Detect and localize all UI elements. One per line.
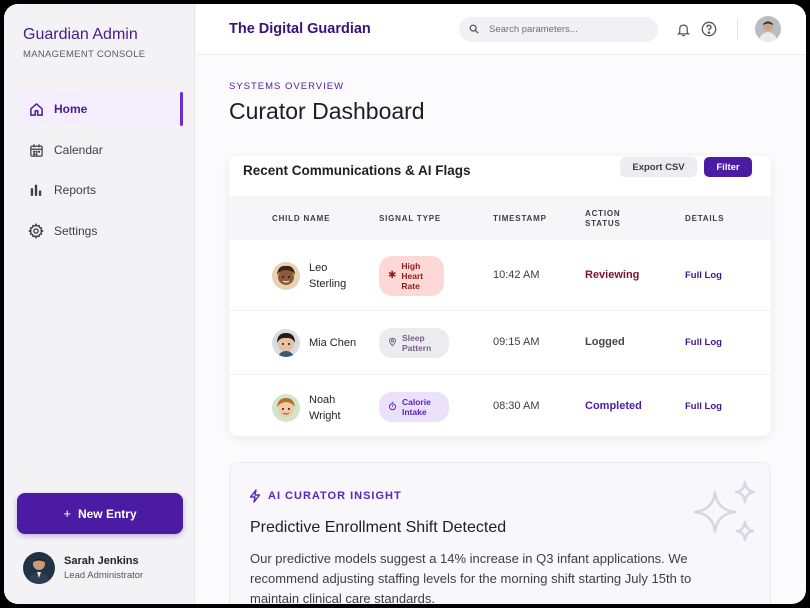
brand-subtitle: MANAGEMENT CONSOLE [23, 49, 146, 60]
avatar[interactable] [755, 16, 781, 42]
timer-icon [388, 401, 397, 414]
sidebar-item-settings[interactable]: Settings [17, 214, 183, 248]
table-row[interactable]: Noah Wright Calorie Intake 08:30 AM Comp… [229, 375, 771, 436]
sidebar-item-home[interactable]: Home [17, 92, 183, 126]
topbar: The Digital Guardian [196, 4, 806, 55]
sparkle-icon [690, 477, 760, 552]
bar-chart-icon [28, 182, 44, 198]
plus-icon: + [63, 506, 71, 521]
sidebar: Guardian Admin MANAGEMENT CONSOLE Home C… [4, 4, 195, 604]
child-name: Noah Wright [309, 394, 341, 422]
sidebar-item-label: Calendar [54, 143, 103, 157]
timestamp: 10:42 AM [493, 269, 540, 281]
insight-title: Predictive Enrollment Shift Detected [250, 519, 507, 536]
asterisk-icon: ✱ [388, 270, 397, 281]
home-icon [28, 101, 44, 117]
table-row[interactable]: Mia Chen Sleep Pattern 09:15 AM Logged F… [229, 311, 771, 375]
signal-cell: Calorie Intake [379, 392, 449, 422]
page-eyebrow: SYSTEMS OVERVIEW [229, 81, 345, 92]
user-role: Lead Administrator [64, 570, 144, 581]
column-header: DETAILS [685, 214, 725, 223]
timestamp: 08:30 AM [493, 400, 540, 412]
avatar [272, 329, 300, 357]
sidebar-item-reports[interactable]: Reports [17, 173, 183, 207]
ai-insight-card: AI CURATOR INSIGHT Predictive Enrollment… [229, 462, 771, 604]
status-label: Reviewing [585, 269, 640, 281]
child-cell: Mia Chen [272, 329, 364, 357]
avatar [272, 394, 300, 422]
signal-label: Calorie Intake [402, 397, 431, 417]
help-icon[interactable] [700, 20, 718, 38]
communications-card: Recent Communications & AI Flags Export … [229, 156, 771, 436]
timestamp: 09:15 AM [493, 336, 540, 348]
search-icon [469, 21, 479, 39]
signal-cell: ✱ High Heart Rate [379, 256, 445, 296]
avatar [272, 262, 300, 290]
full-log-link[interactable]: Full Log [685, 401, 722, 412]
search-input[interactable] [489, 24, 639, 35]
sidebar-item-label: Settings [54, 224, 98, 238]
new-entry-button[interactable]: + New Entry [17, 493, 183, 534]
insight-tag-label: AI CURATOR INSIGHT [268, 490, 402, 502]
gear-icon [28, 223, 44, 239]
sidebar-item-label: Reports [54, 183, 97, 197]
child-name: Mia Chen [309, 337, 357, 349]
insight-body: Our predictive models suggest a 14% incr… [250, 551, 692, 604]
full-log-link[interactable]: Full Log [685, 270, 722, 281]
signal-badge: Sleep Pattern [379, 328, 449, 358]
signal-badge: Calorie Intake [379, 392, 449, 422]
signal-badge: ✱ High Heart Rate [379, 256, 445, 296]
avatar [23, 552, 55, 584]
user-profile[interactable]: Sarah Jenkins Lead Administrator [23, 552, 143, 584]
full-log-link[interactable]: Full Log [685, 337, 722, 348]
column-header: TIMESTAMP [493, 214, 547, 223]
new-entry-label: New Entry [77, 506, 137, 521]
column-header: SIGNAL TYPE [379, 214, 441, 223]
bell-icon[interactable] [674, 20, 692, 38]
sidebar-item-label: Home [54, 102, 88, 116]
column-header: CHILD NAME [272, 214, 331, 223]
brand-title: Guardian Admin [23, 26, 138, 43]
filter-button[interactable]: Filter [704, 157, 752, 177]
app-title: The Digital Guardian [229, 21, 371, 37]
user-name: Sarah Jenkins [64, 555, 139, 567]
signal-label: High Heart Rate [401, 261, 424, 291]
page-title: Curator Dashboard [229, 98, 425, 124]
child-cell: Leo Sterling [272, 260, 364, 292]
card-title: Recent Communications & AI Flags [243, 163, 471, 178]
table-header: CHILD NAME SIGNAL TYPE TIMESTAMP ACTION … [229, 196, 771, 240]
lightning-icon [249, 489, 261, 503]
sidebar-item-calendar[interactable]: Calendar [17, 133, 183, 167]
column-header: ACTION STATUS [585, 209, 621, 228]
topbar-divider [737, 18, 738, 40]
export-csv-button[interactable]: Export CSV [620, 157, 697, 177]
calendar-icon [28, 142, 44, 158]
table-row[interactable]: Leo Sterling ✱ High Heart Rate 10:42 AM … [229, 240, 771, 311]
signal-label: Sleep Pattern [402, 333, 432, 353]
insight-tag: AI CURATOR INSIGHT [249, 489, 402, 503]
child-cell: Noah Wright [272, 392, 364, 424]
status-label: Logged [585, 336, 625, 348]
signal-cell: Sleep Pattern [379, 328, 449, 358]
status-label: Completed [585, 400, 642, 412]
child-name: Leo Sterling [309, 262, 347, 290]
location-pin-icon [388, 337, 397, 350]
search-box[interactable] [459, 17, 658, 42]
app-window: Guardian Admin MANAGEMENT CONSOLE Home C… [4, 4, 806, 604]
